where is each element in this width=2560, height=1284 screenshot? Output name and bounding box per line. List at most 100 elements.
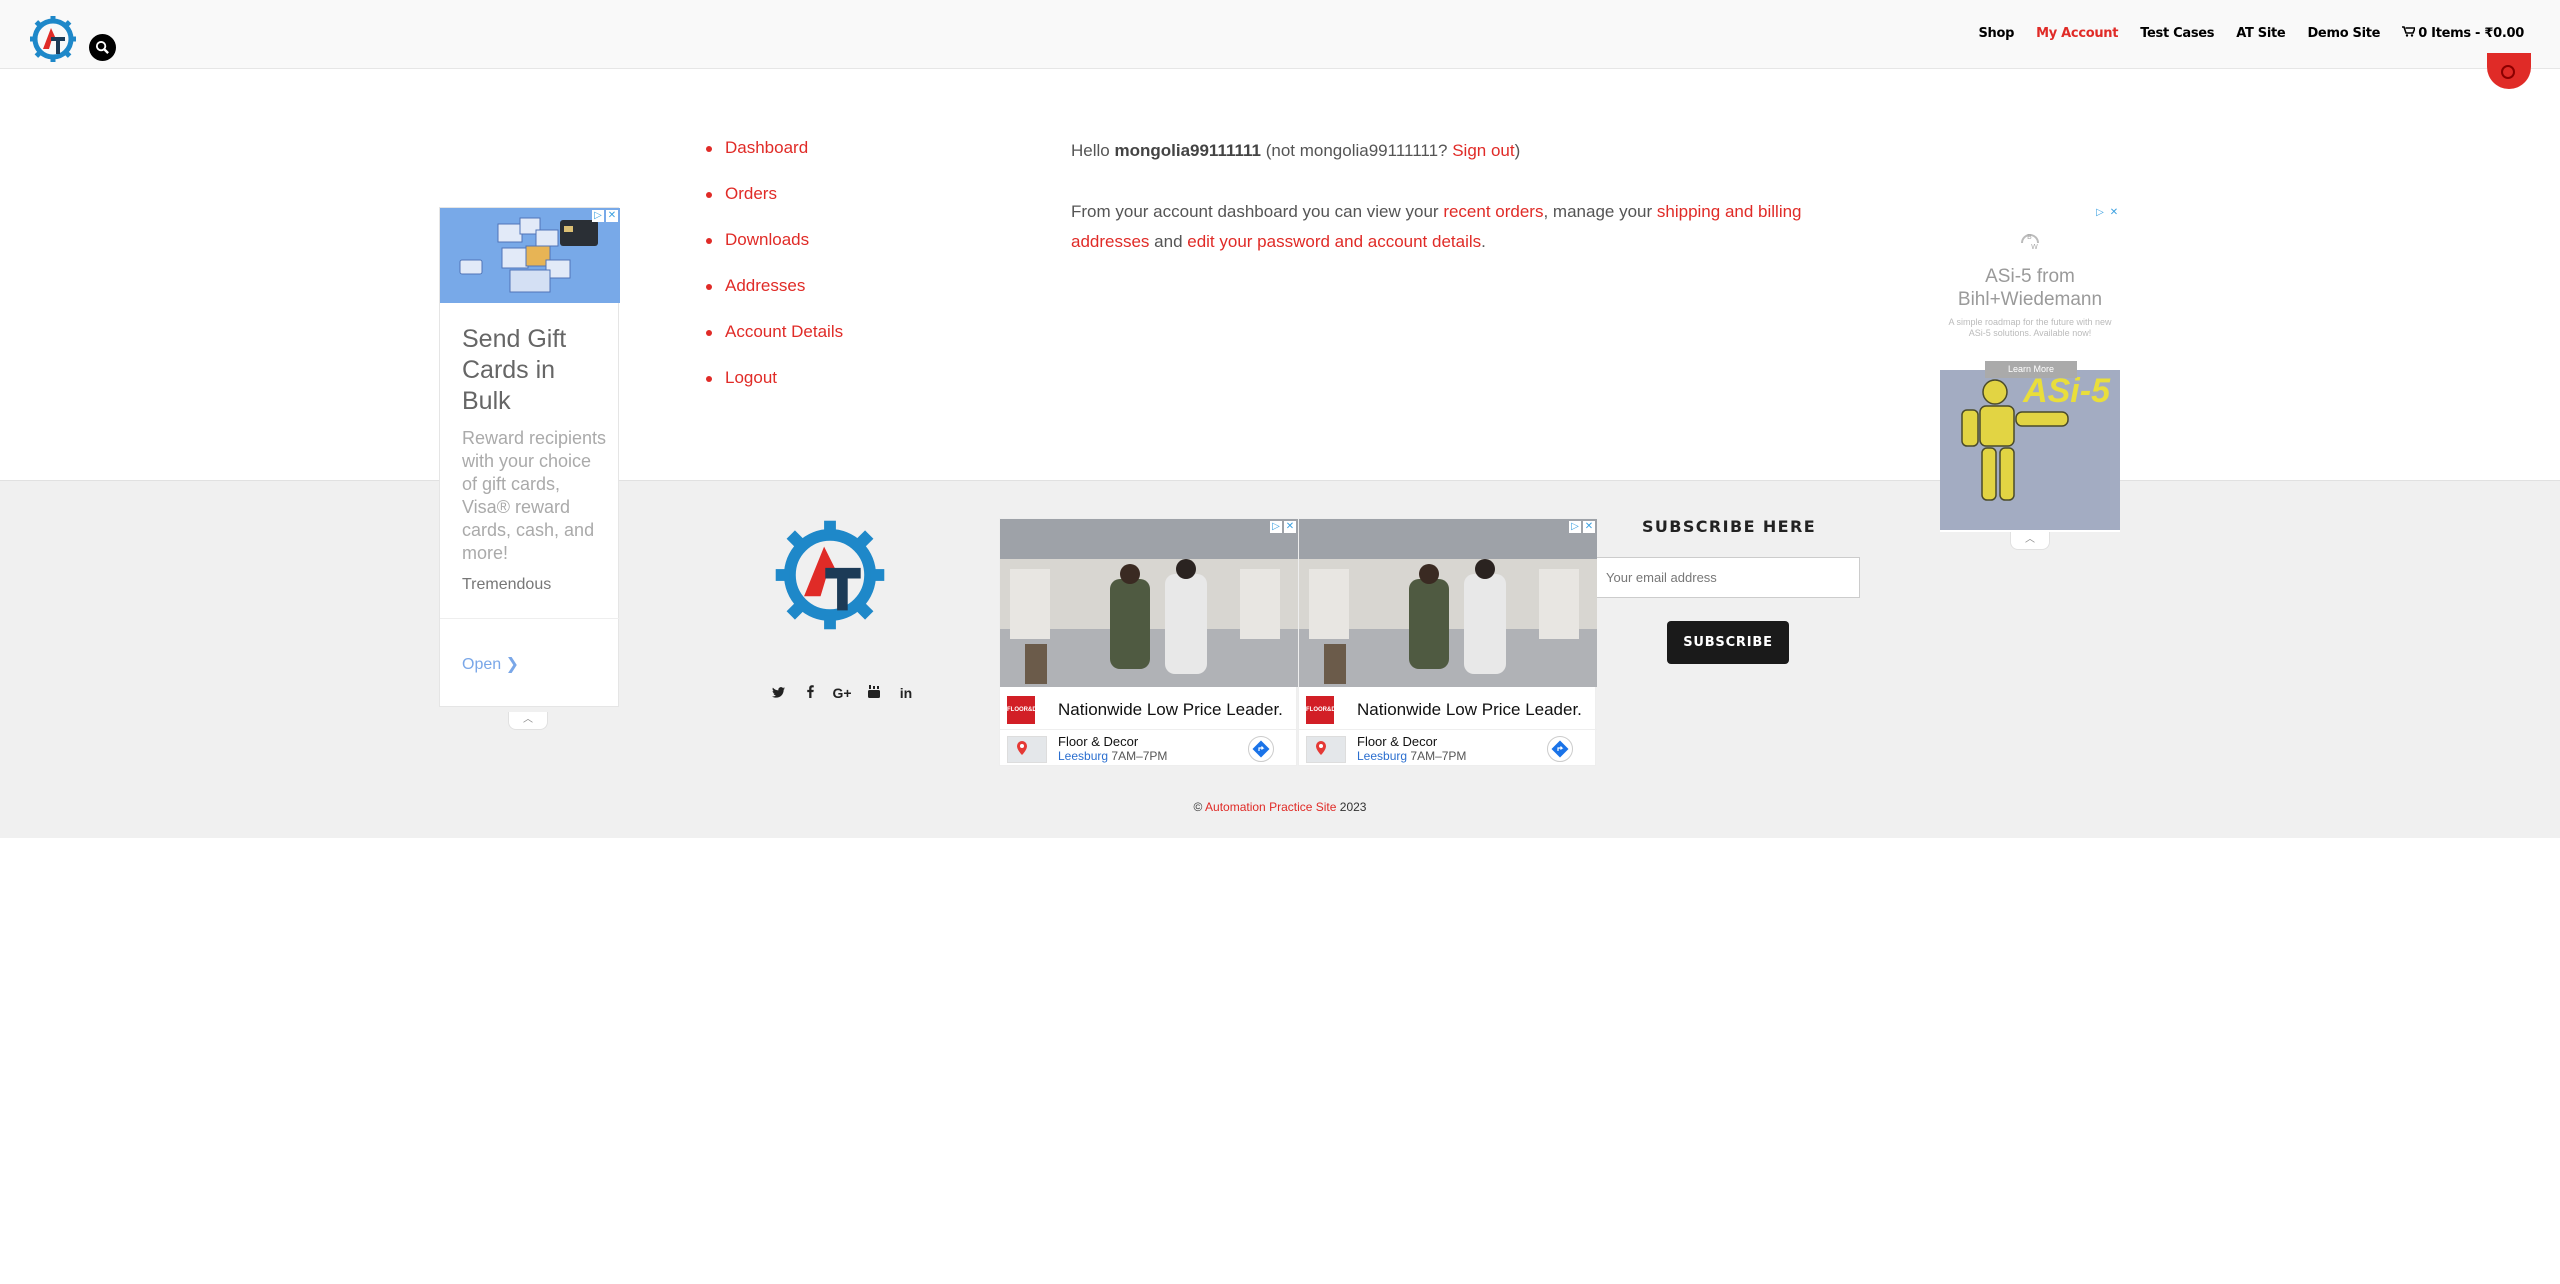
ad-city[interactable]: Leesburg xyxy=(1058,749,1108,763)
main-nav: Shop My Account Test Cases AT Site Demo … xyxy=(1956,26,2524,41)
nav-orders-link[interactable]: Orders xyxy=(725,184,777,203)
google-plus-icon[interactable]: G+ xyxy=(826,685,858,701)
left-ad[interactable]: ▷ ✕ Send Gift Cards in Bulk Reward recipi… xyxy=(439,207,620,707)
ad-info-icon[interactable]: ▷ xyxy=(1569,521,1581,533)
nav-logout-link[interactable]: Logout xyxy=(725,368,777,387)
ad-image: ▷ ✕ xyxy=(440,208,620,303)
right-ad[interactable]: ▷ ✕ B W ASi-5 from Bihl+Wiedemann A simpl… xyxy=(1940,207,2120,532)
chevron-up-icon: ︿ xyxy=(2025,534,2035,545)
search-button[interactable] xyxy=(89,34,116,61)
left-ad-collapse[interactable]: ︿ xyxy=(508,712,548,730)
ad-choices[interactable]: ▷ ✕ xyxy=(592,210,618,222)
copyright-symbol: © xyxy=(1193,800,1206,814)
copyright-link[interactable]: Automation Practice Site xyxy=(1205,800,1336,814)
and-text: and xyxy=(1149,232,1188,251)
linkedin-icon[interactable]: in xyxy=(890,685,922,701)
ad-hours: 7AM–7PM xyxy=(1111,749,1168,763)
ad-choices[interactable]: ▷ ✕ xyxy=(1569,521,1595,533)
floating-badge[interactable] xyxy=(2487,53,2531,89)
account-nav-item: Account Details xyxy=(706,320,843,366)
ad-image: ASi-5 xyxy=(1940,370,2120,530)
ad-info-icon[interactable]: ▷ xyxy=(1270,521,1282,533)
ad-subtitle: A simple roadmap for the future with new… xyxy=(1948,317,2112,338)
subscribe-button[interactable]: SUBSCRIBE xyxy=(1667,621,1789,664)
ad-close-icon[interactable]: ✕ xyxy=(1583,521,1595,533)
directions-icon xyxy=(1551,740,1569,758)
account-nav-item: Logout xyxy=(706,366,843,412)
account-nav-item: Dashboard xyxy=(706,136,843,182)
subscribe-title: SUBSCRIBE HERE xyxy=(1641,517,1817,536)
nav-account-details-link[interactable]: Account Details xyxy=(725,322,843,341)
account-nav-item: Orders xyxy=(706,182,843,228)
cart-link[interactable]: 0 Items - ₹0.00 xyxy=(2402,26,2524,41)
badge-icon xyxy=(2501,65,2515,79)
sign-out-link[interactable]: Sign out xyxy=(1452,141,1514,160)
edit-account-link[interactable]: edit your password and account details xyxy=(1187,232,1481,251)
intro-text: From your account dashboard you can view… xyxy=(1071,202,1444,221)
ad-open-label: Open xyxy=(462,656,502,673)
ad-title: ASi-5 from Bihl+Wiedemann xyxy=(1957,266,2103,310)
account-nav-item: Downloads xyxy=(706,228,843,274)
site-header: Shop My Account Test Cases AT Site Demo … xyxy=(0,0,2560,69)
directions-button[interactable] xyxy=(1547,736,1573,762)
cart-label: 0 Items - ₹0.00 xyxy=(2418,26,2524,41)
nav-downloads-link[interactable]: Downloads xyxy=(725,230,809,249)
recent-orders-link[interactable]: recent orders xyxy=(1443,202,1543,221)
ad-city[interactable]: Leesburg xyxy=(1357,749,1407,763)
ad-headline: Nationwide Low Price Leader. xyxy=(1058,700,1283,719)
ad-hours: 7AM–7PM xyxy=(1410,749,1467,763)
ad-title: Send Gift Cards in Bulk xyxy=(462,325,567,415)
nav-shop[interactable]: Shop xyxy=(1978,26,2014,41)
right-ad-collapse[interactable]: ︿ xyxy=(2010,532,2050,550)
footer-logo[interactable] xyxy=(771,515,889,635)
greeting: Hello mongolia99111111 (not mongolia9911… xyxy=(1071,136,1831,166)
ad-photo: ▷ ✕ xyxy=(1000,519,1298,687)
ad-choices[interactable]: ▷ ✕ xyxy=(1270,521,1296,533)
account-nav-item: Addresses xyxy=(706,274,843,320)
ad-divider xyxy=(440,618,620,619)
facebook-icon[interactable] xyxy=(794,685,826,701)
ad-close-icon[interactable]: ✕ xyxy=(606,210,618,222)
ad-info-icon[interactable]: ▷ xyxy=(2094,207,2106,219)
dashboard-intro: From your account dashboard you can view… xyxy=(1071,197,1831,257)
manage-text: , manage your xyxy=(1543,202,1657,221)
username: mongolia99111111 xyxy=(1114,141,1261,160)
greeting-not: (not mongolia99111111? xyxy=(1260,141,1453,160)
copyright: © Automation Practice Site 2023 xyxy=(0,800,2560,814)
ad-learn-more-button[interactable]: Learn More xyxy=(1985,361,2077,378)
ad-location: Leesburg 7AM–7PM xyxy=(1357,749,1466,763)
ad-brand: Tremendous xyxy=(462,576,552,593)
ad-photo: ▷ ✕ xyxy=(1299,519,1597,687)
twitter-icon[interactable] xyxy=(762,685,794,701)
ad-headline: Nationwide Low Price Leader. xyxy=(1357,700,1582,719)
ad-brand-logo: FLOOR&DECOR xyxy=(1306,696,1353,724)
bw-logo-icon: B W xyxy=(2021,233,2039,251)
ad-choices[interactable]: ▷ ✕ xyxy=(2094,207,2120,219)
greeting-close: ) xyxy=(1514,141,1521,160)
site-logo[interactable] xyxy=(28,14,78,64)
nav-at-site[interactable]: AT Site xyxy=(2236,26,2286,41)
footer-ad-1[interactable]: ▷ ✕ FLOOR&DECOR Nationwide Low Price Lead… xyxy=(999,518,1298,766)
youtube-icon[interactable] xyxy=(858,685,890,701)
directions-icon xyxy=(1252,740,1270,758)
ad-description: Reward recipients with your choice of gi… xyxy=(462,428,607,563)
subscribe-email-input[interactable] xyxy=(1596,557,1860,598)
footer-ad-2[interactable]: ▷ ✕ FLOOR&DECOR Nationwide Low Price Lead… xyxy=(1298,518,1597,766)
ad-location: Leesburg 7AM–7PM xyxy=(1058,749,1167,763)
nav-demo-site[interactable]: Demo Site xyxy=(2307,26,2380,41)
dashboard-content: Hello mongolia99111111 (not mongolia9911… xyxy=(1071,136,1831,288)
ad-info-icon[interactable]: ▷ xyxy=(592,210,604,222)
nav-dashboard-link[interactable]: Dashboard xyxy=(725,138,808,157)
directions-button[interactable] xyxy=(1248,736,1274,762)
ad-close-icon[interactable]: ✕ xyxy=(1284,521,1296,533)
ad-divider xyxy=(1299,729,1597,730)
account-navigation: Dashboard Orders Downloads Addresses Acc… xyxy=(706,136,843,412)
ad-open-button[interactable]: Open ❯ xyxy=(462,654,519,674)
ad-close-icon[interactable]: ✕ xyxy=(2108,207,2120,219)
chevron-right-icon: ❯ xyxy=(505,656,519,673)
nav-my-account[interactable]: My Account xyxy=(2036,26,2118,41)
nav-addresses-link[interactable]: Addresses xyxy=(725,276,805,295)
svg-text:W: W xyxy=(2031,243,2038,251)
ad-store-name: Floor & Decor xyxy=(1357,734,1438,749)
nav-test-cases[interactable]: Test Cases xyxy=(2140,26,2214,41)
